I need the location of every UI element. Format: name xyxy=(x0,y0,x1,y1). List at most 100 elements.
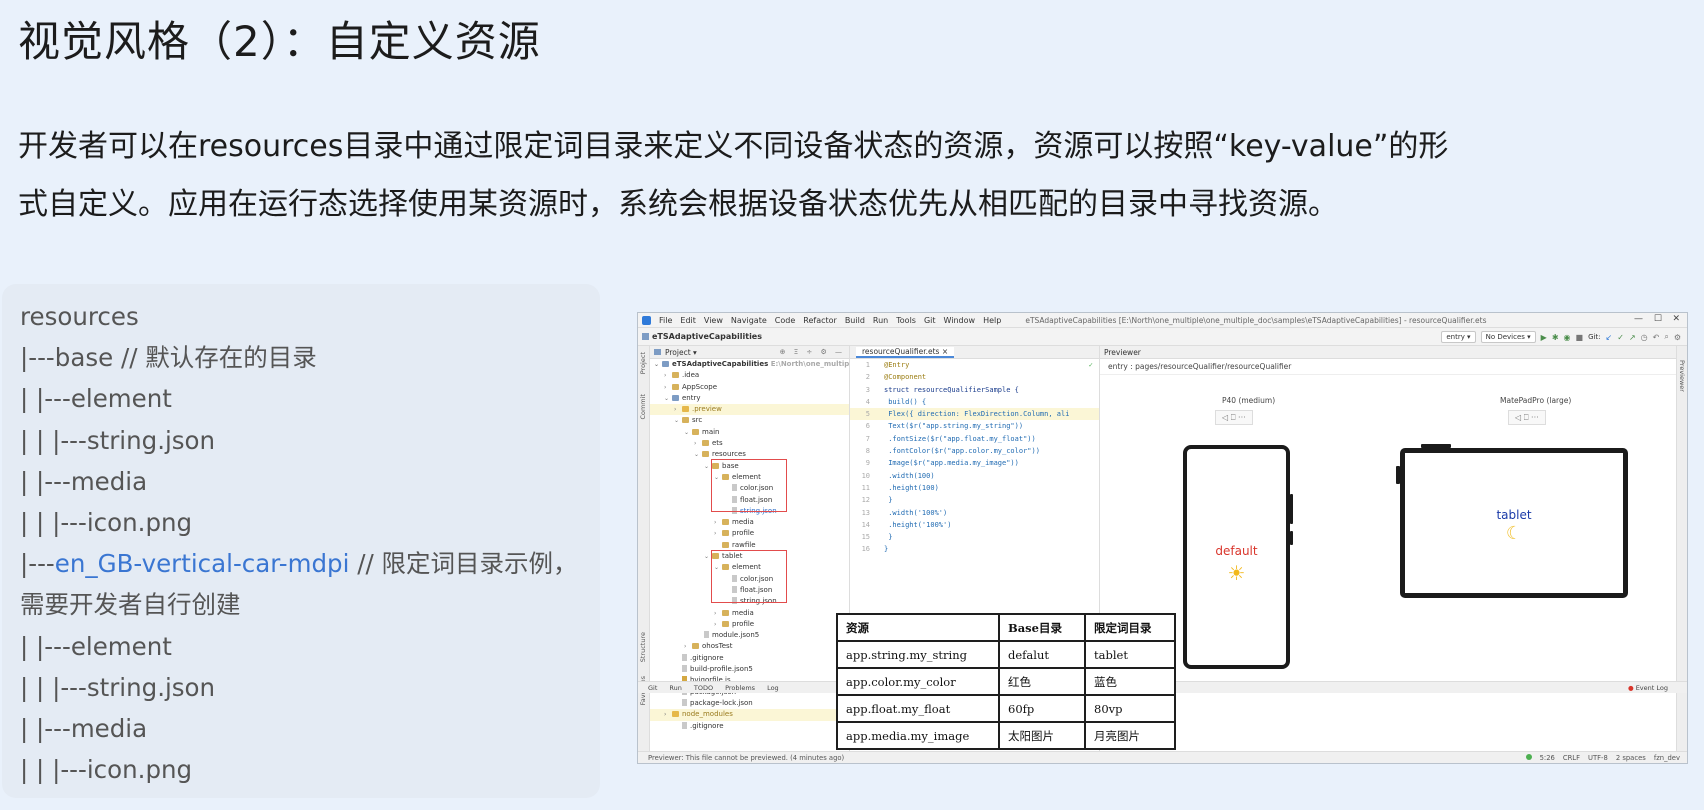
git-commit-icon[interactable]: ✓ xyxy=(1617,333,1624,342)
code-line: 14 .height('100%') xyxy=(861,520,952,529)
tree-node[interactable]: ⌄ main xyxy=(650,427,849,438)
menu-refactor[interactable]: Refactor xyxy=(803,316,837,325)
tablet-side-button xyxy=(1396,466,1400,484)
project-pane-title[interactable]: Project ▾ xyxy=(665,348,697,357)
tree-node[interactable]: build-profile.json5 xyxy=(650,664,849,675)
minimize-button[interactable]: — xyxy=(1634,314,1643,324)
phone-screen-text: default xyxy=(1215,544,1258,558)
status-indent[interactable]: 2 spaces xyxy=(1616,754,1646,762)
phone-device-controls[interactable]: ◁ ⎕ ··· xyxy=(1215,410,1253,425)
tree-line: |---base // 默认存在的目录 xyxy=(20,343,317,373)
tree-node[interactable]: › .preview xyxy=(650,404,849,416)
project-breadcrumb[interactable]: eTSAdaptiveCapabilities xyxy=(652,332,762,341)
tree-node[interactable]: .gitignore xyxy=(650,653,849,664)
device-select[interactable]: No Devices ▾ xyxy=(1480,331,1536,343)
tree-node[interactable]: › ets xyxy=(650,438,849,449)
ide-menubar: File Edit View Navigate Code Refactor Bu… xyxy=(638,313,1687,328)
phone-side-button xyxy=(1290,494,1293,524)
tree-node[interactable]: .gitignore xyxy=(650,721,849,732)
menu-view[interactable]: View xyxy=(704,316,723,325)
code-line: 8 .fontColor($r("app.color.my_color")) xyxy=(865,447,1040,456)
status-right: 5:26 CRLF UTF-8 2 spaces fzn_dev xyxy=(1525,754,1680,762)
ide-toolbar: eTSAdaptiveCapabilities entry ▾ No Devic… xyxy=(638,328,1687,346)
tree-node[interactable]: › profile xyxy=(650,619,849,630)
structure-tool-tab[interactable]: Structure xyxy=(639,632,647,662)
table-cell: tablet xyxy=(1084,640,1176,669)
maximize-button[interactable]: ☐ xyxy=(1654,314,1662,324)
tree-node[interactable]: › ohosTest xyxy=(650,641,849,652)
toolbar-right: entry ▾ No Devices ▾ ▶ ✱ ◉ ■ Git: ↙ ✓ ↗ … xyxy=(1441,331,1681,343)
tree-node[interactable]: ⌄ eTSAdaptiveCapabilities E:\North\one_mu… xyxy=(650,359,849,370)
tree-node[interactable]: › .idea xyxy=(650,370,849,381)
tree-node[interactable]: › media xyxy=(650,608,849,619)
phone-preview: default ☀ xyxy=(1183,445,1290,669)
device-label-tablet: MatePadPro (large) xyxy=(1500,396,1572,405)
table-cell: 蓝色 xyxy=(1084,667,1176,696)
close-button[interactable]: ✕ xyxy=(1672,314,1680,324)
run-tool-tab[interactable]: Run xyxy=(669,684,681,692)
git-tool-tab[interactable]: Git xyxy=(648,684,657,692)
status-line-ending[interactable]: CRLF xyxy=(1563,754,1580,762)
tree-node[interactable]: › profile xyxy=(650,528,849,539)
profile-icon[interactable]: ◉ xyxy=(1564,333,1571,342)
history-icon[interactable]: ◷ xyxy=(1641,333,1648,342)
project-tool-tab[interactable]: Project xyxy=(639,352,647,374)
tree-node[interactable]: › AppScope xyxy=(650,382,849,393)
menu-code[interactable]: Code xyxy=(775,316,795,325)
problems-tool-tab[interactable]: Problems xyxy=(725,684,755,692)
tablet-top-button xyxy=(1421,444,1451,448)
settings-icon[interactable]: ⚙ xyxy=(1674,333,1681,342)
git-update-icon[interactable]: ↙ xyxy=(1606,333,1613,342)
status-encoding[interactable]: UTF-8 xyxy=(1588,754,1608,762)
log-tool-tab[interactable]: Log xyxy=(767,684,779,692)
tree-line: | | |---string.json xyxy=(20,425,216,455)
tree-line: | |---media xyxy=(20,466,148,496)
status-position[interactable]: 5:26 xyxy=(1540,754,1555,762)
menu-tools[interactable]: Tools xyxy=(896,316,916,325)
todo-tool-tab[interactable]: TODO xyxy=(694,684,713,692)
debug-icon[interactable]: ✱ xyxy=(1552,333,1559,342)
tree-node[interactable]: ⌄ src xyxy=(650,415,849,426)
tree-node[interactable]: module.json5 xyxy=(650,630,849,641)
module-select[interactable]: entry ▾ xyxy=(1441,331,1476,343)
commit-tool-tab[interactable]: Commit xyxy=(639,394,647,420)
table-row: app.string.my_string defalut tablet xyxy=(836,640,1176,669)
window-title: eTSAdaptiveCapabilities [E:\North\one_mu… xyxy=(1025,315,1487,325)
code-line: 5 Flex({ direction: FlexDirection.Column… xyxy=(850,408,1099,421)
intro-paragraph: 开发者可以在resources目录中通过限定词目录来定义不同设备状态的资源，资源… xyxy=(18,118,1658,234)
menu-navigate[interactable]: Navigate xyxy=(731,316,767,325)
tablet-device-controls[interactable]: ◁ ⎕ ··· xyxy=(1508,410,1546,425)
table-header: 资源 xyxy=(836,613,1000,642)
status-bar: Previewer: This file cannot be previewed… xyxy=(638,751,1687,763)
menu-edit[interactable]: Edit xyxy=(680,316,696,325)
event-log-tab[interactable]: ● Event Log xyxy=(1628,684,1668,692)
git-push-icon[interactable]: ↗ xyxy=(1629,333,1636,342)
code-line: 7 .fontSize($r("app.float.my_float")) xyxy=(865,434,1036,443)
menu-file[interactable]: File xyxy=(659,316,672,325)
tree-node[interactable]: › media xyxy=(650,517,849,528)
tree-node[interactable]: package-lock.json xyxy=(650,698,849,709)
table-cell: defalut xyxy=(998,640,1086,669)
stop-icon[interactable]: ■ xyxy=(1576,333,1584,342)
previewer-tool-tab[interactable]: Previewer xyxy=(1678,360,1686,392)
tree-node[interactable]: ⌄ entry xyxy=(650,393,849,404)
status-ok-icon xyxy=(1525,754,1532,760)
tree-node[interactable]: › node_modules xyxy=(650,709,849,721)
tree-line: | |---element xyxy=(20,384,172,414)
phone-side-button xyxy=(1290,531,1293,545)
code-line: 2 @Component xyxy=(865,373,927,382)
search-icon[interactable]: ⌕ xyxy=(1664,332,1668,342)
editor-tab-active[interactable]: resourceQualifier.ets × xyxy=(856,346,955,358)
project-pane-header: Project ▾ ⊕ Ξ ÷ ⚙ — xyxy=(650,346,849,359)
status-branch[interactable]: fzn_dev xyxy=(1654,754,1680,762)
menu-run[interactable]: Run xyxy=(873,316,888,325)
run-icon[interactable]: ▶ xyxy=(1541,333,1547,342)
menu-git[interactable]: Git xyxy=(924,316,936,325)
menu-help[interactable]: Help xyxy=(983,316,1001,325)
table-cell: app.float.my_float xyxy=(836,694,1000,723)
project-pane-controls[interactable]: ⊕ Ξ ÷ ⚙ — xyxy=(780,348,845,356)
menu-window[interactable]: Window xyxy=(944,316,976,325)
menu-build[interactable]: Build xyxy=(845,316,865,325)
rollback-icon[interactable]: ↶ xyxy=(1653,333,1660,342)
tree-line: | | |---icon.png xyxy=(20,755,193,785)
